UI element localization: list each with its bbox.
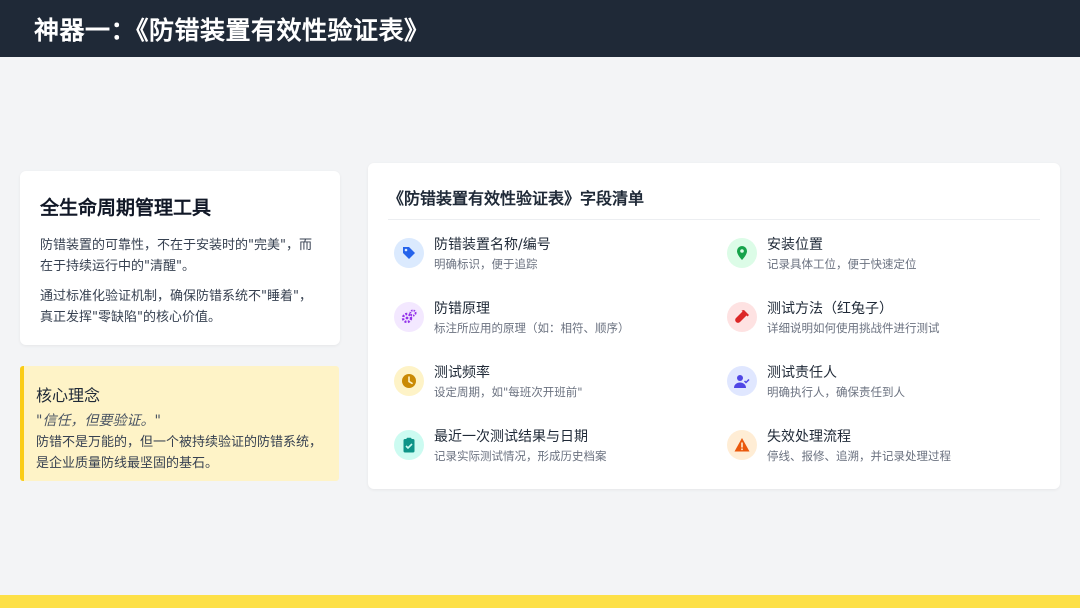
location-pin-icon — [727, 238, 757, 268]
field-title: 防错装置名称/编号 — [434, 237, 551, 253]
field-grid: 防错装置名称/编号 明确标识，便于追踪 安装位置 记录具体工位，便于快速定位 防… — [388, 236, 1040, 470]
field-desc: 明确标识，便于追踪 — [434, 257, 538, 271]
field-title: 测试方法（红兔子） — [767, 301, 893, 317]
lifecycle-card-title: 全生命周期管理工具 — [40, 197, 212, 219]
test-tube-icon — [727, 302, 757, 332]
core-concept-body: 防错不是万能的，但一个被持续验证的防错系统，是企业质量防线最坚固的基石。 — [36, 435, 323, 471]
field-desc: 详细说明如何使用挑战件进行测试 — [767, 321, 940, 335]
field-title: 最近一次测试结果与日期 — [434, 429, 588, 445]
core-concept-box: 核心理念 "信任，但要验证。" 防错不是万能的，但一个被持续验证的防错系统，是企… — [20, 366, 339, 481]
field-list-title: 《防错装置有效性验证表》字段清单 — [388, 185, 1040, 220]
warning-icon — [727, 430, 757, 460]
field-item: 防错装置名称/编号 明确标识，便于追踪 — [394, 236, 727, 278]
clock-icon — [394, 366, 424, 396]
field-title: 测试责任人 — [767, 365, 837, 381]
field-item: 失效处理流程 停线、报修、追溯，并记录处理过程 — [727, 428, 1027, 470]
core-concept-title: 核心理念 — [36, 386, 101, 405]
field-list-card: 《防错装置有效性验证表》字段清单 防错装置名称/编号 明确标识，便于追踪 安装位… — [368, 163, 1060, 489]
user-check-icon — [727, 366, 757, 396]
gears-icon — [394, 302, 424, 332]
field-desc: 记录具体工位，便于快速定位 — [767, 257, 917, 271]
field-title: 失效处理流程 — [767, 429, 851, 445]
field-item: 测试频率 设定周期，如"每班次开班前" — [394, 364, 727, 406]
field-desc: 标注所应用的原理（如：相符、顺序） — [434, 321, 630, 335]
lifecycle-paragraph-1: 防错装置的可靠性，不在于安装时的"完美"，而在于持续运行中的"清醒"。 — [40, 238, 312, 274]
bottom-accent-bar — [0, 595, 1080, 608]
field-desc: 明确执行人，确保责任到人 — [767, 385, 905, 399]
field-item: 测试责任人 明确执行人，确保责任到人 — [727, 364, 1027, 406]
lifecycle-card: 全生命周期管理工具 防错装置的可靠性，不在于安装时的"完美"，而在于持续运行中的… — [20, 171, 340, 345]
field-desc: 设定周期，如"每班次开班前" — [434, 385, 583, 399]
clipboard-check-icon — [394, 430, 424, 460]
field-item: 防错原理 标注所应用的原理（如：相符、顺序） — [394, 300, 727, 342]
field-title: 安装位置 — [767, 237, 823, 253]
field-item: 最近一次测试结果与日期 记录实际测试情况，形成历史档案 — [394, 428, 727, 470]
page-title: 神器一：《防错装置有效性验证表》 — [34, 15, 430, 45]
field-item: 测试方法（红兔子） 详细说明如何使用挑战件进行测试 — [727, 300, 1027, 342]
header-bar: 神器一：《防错装置有效性验证表》 — [0, 0, 1080, 57]
field-desc: 记录实际测试情况，形成历史档案 — [434, 449, 607, 463]
field-title: 防错原理 — [434, 301, 490, 317]
field-item: 安装位置 记录具体工位，便于快速定位 — [727, 236, 1027, 278]
lifecycle-paragraph-2: 通过标准化验证机制，确保防错系统不"睡着"，真正发挥"零缺陷"的核心价值。 — [40, 289, 312, 325]
field-desc: 停线、报修、追溯，并记录处理过程 — [767, 449, 951, 463]
field-title: 测试频率 — [434, 365, 490, 381]
tag-icon — [394, 238, 424, 268]
core-concept-quote: "信任，但要验证。" — [36, 413, 161, 429]
